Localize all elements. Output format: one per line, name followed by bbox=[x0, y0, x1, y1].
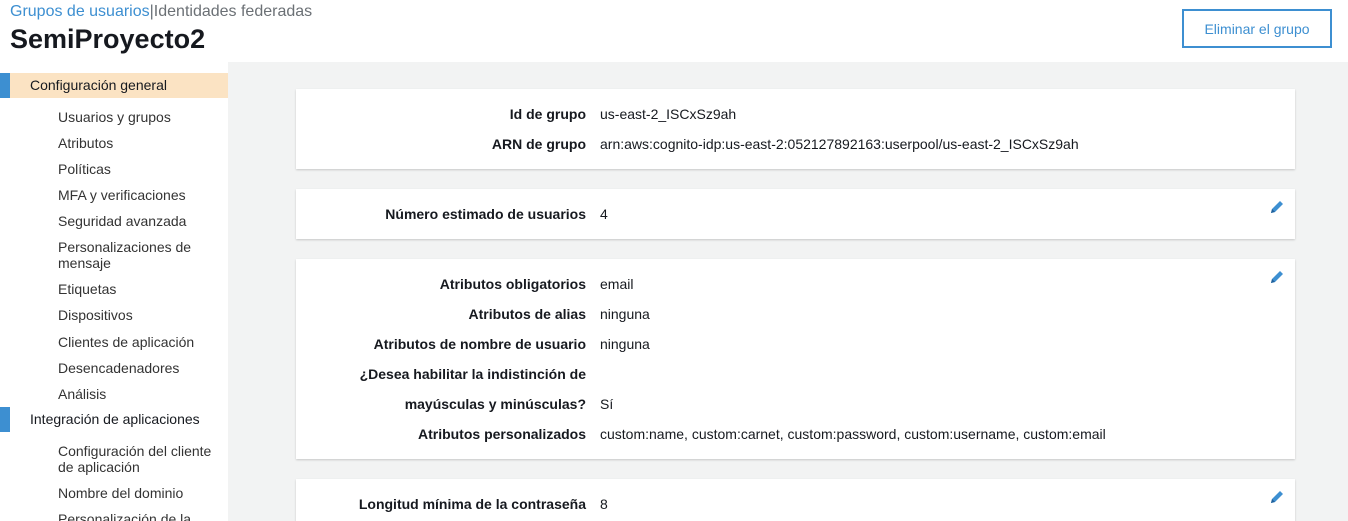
sidebar-item-mfa[interactable]: MFA y verificaciones bbox=[58, 187, 223, 203]
detail-value: Sí bbox=[600, 396, 614, 412]
detail-value: us-east-2_ISCxSz9ah bbox=[600, 106, 737, 122]
sidebar-item-app-client-settings[interactable]: Configuración del cliente de aplicación bbox=[58, 443, 218, 475]
detail-key: Id de grupo bbox=[509, 106, 586, 122]
detail-key: Atributos de alias bbox=[468, 306, 586, 322]
detail-value: 8 bbox=[600, 496, 608, 512]
delete-pool-button[interactable]: Eliminar el grupo bbox=[1182, 9, 1332, 48]
section-marker bbox=[0, 73, 10, 98]
sidebar-item-analytics[interactable]: Análisis bbox=[58, 386, 223, 402]
pool-id-card: Id de grupo us-east-2_ISCxSz9ah ARN de g… bbox=[296, 89, 1295, 169]
sidebar-item-advanced-security[interactable]: Seguridad avanzada bbox=[58, 213, 223, 229]
detail-value: ninguna bbox=[600, 336, 650, 352]
detail-value: ninguna bbox=[600, 306, 650, 322]
detail-row: Atributos de alias ninguna bbox=[296, 299, 1295, 329]
detail-value: email bbox=[600, 276, 634, 292]
detail-key: ARN de grupo bbox=[491, 136, 586, 152]
section-marker bbox=[0, 407, 10, 432]
detail-value: arn:aws:cognito-idp:us-east-2:0521278921… bbox=[600, 136, 1079, 152]
sidebar-section-label: Integración de aplicaciones bbox=[30, 411, 200, 427]
detail-key: Longitud mínima de la contraseña bbox=[358, 496, 586, 512]
sidebar-item-domain-name[interactable]: Nombre del dominio bbox=[58, 485, 223, 501]
sidebar-item-users-and-groups[interactable]: Usuarios y grupos bbox=[58, 109, 223, 125]
sidebar-item-attributes[interactable]: Atributos bbox=[58, 135, 223, 151]
sidebar-item-app-clients[interactable]: Clientes de aplicación bbox=[58, 334, 223, 350]
sidebar-item-triggers[interactable]: Desencadenadores bbox=[58, 360, 223, 376]
detail-row: Número estimado de usuarios 4 bbox=[296, 199, 1295, 229]
breadcrumb-federated-identities-link[interactable]: Identidades federadas bbox=[154, 3, 312, 20]
detail-row: Atributos personalizados custom:name, cu… bbox=[296, 419, 1295, 449]
detail-row: ARN de grupo arn:aws:cognito-idp:us-east… bbox=[296, 129, 1295, 159]
sidebar-item-message-customizations[interactable]: Personalizaciones de mensaje bbox=[58, 239, 198, 271]
detail-key: Número estimado de usuarios bbox=[385, 206, 586, 222]
breadcrumb-user-pools-link[interactable]: Grupos de usuarios bbox=[10, 3, 150, 20]
page-title: SemiProyecto2 bbox=[10, 24, 206, 54]
detail-key: Atributos obligatorios bbox=[439, 276, 586, 292]
sidebar-section-app-integration[interactable]: Integración de aplicaciones bbox=[0, 407, 228, 432]
pencil-icon[interactable] bbox=[1269, 199, 1285, 215]
detail-row: Id de grupo us-east-2_ISCxSz9ah bbox=[296, 99, 1295, 129]
pencil-icon[interactable] bbox=[1269, 269, 1285, 285]
sidebar-item-tags[interactable]: Etiquetas bbox=[58, 281, 223, 297]
detail-value: 4 bbox=[600, 206, 608, 222]
sidebar-section-label: Configuración general bbox=[30, 77, 167, 93]
attributes-card: Atributos obligatorios email Atributos d… bbox=[296, 259, 1295, 459]
sidebar-nav: Configuración general Usuarios y grupos … bbox=[0, 62, 228, 521]
pencil-icon[interactable] bbox=[1269, 489, 1285, 505]
detail-row: Atributos de nombre de usuario ninguna bbox=[296, 329, 1295, 359]
page-header: Grupos de usuarios|Identidades federadas… bbox=[0, 0, 1348, 62]
user-count-card: Número estimado de usuarios 4 bbox=[296, 189, 1295, 239]
sidebar-item-policies[interactable]: Políticas bbox=[58, 161, 223, 177]
sidebar-item-devices[interactable]: Dispositivos bbox=[58, 307, 223, 323]
sidebar-item-ui-customization[interactable]: Personalización de la bbox=[58, 511, 223, 521]
detail-key: Atributos de nombre de usuario bbox=[373, 336, 586, 352]
detail-value: custom:name, custom:carnet, custom:passw… bbox=[600, 426, 1106, 442]
detail-row: Longitud mínima de la contraseña 8 bbox=[296, 489, 1295, 519]
password-policy-card: Longitud mínima de la contraseña 8 bbox=[296, 479, 1295, 521]
detail-row: ¿Desea habilitar la indistinción de bbox=[296, 359, 1295, 389]
sidebar-section-general-settings[interactable]: Configuración general bbox=[0, 73, 228, 98]
detail-key: ¿Desea habilitar la indistinción de bbox=[359, 366, 586, 382]
detail-key: mayúsculas y minúsculas? bbox=[404, 396, 586, 412]
breadcrumb: Grupos de usuarios|Identidades federadas bbox=[10, 3, 312, 21]
detail-row: mayúsculas y minúsculas? Sí bbox=[296, 389, 1295, 419]
detail-key: Atributos personalizados bbox=[417, 426, 586, 442]
detail-row: Atributos obligatorios email bbox=[296, 269, 1295, 299]
